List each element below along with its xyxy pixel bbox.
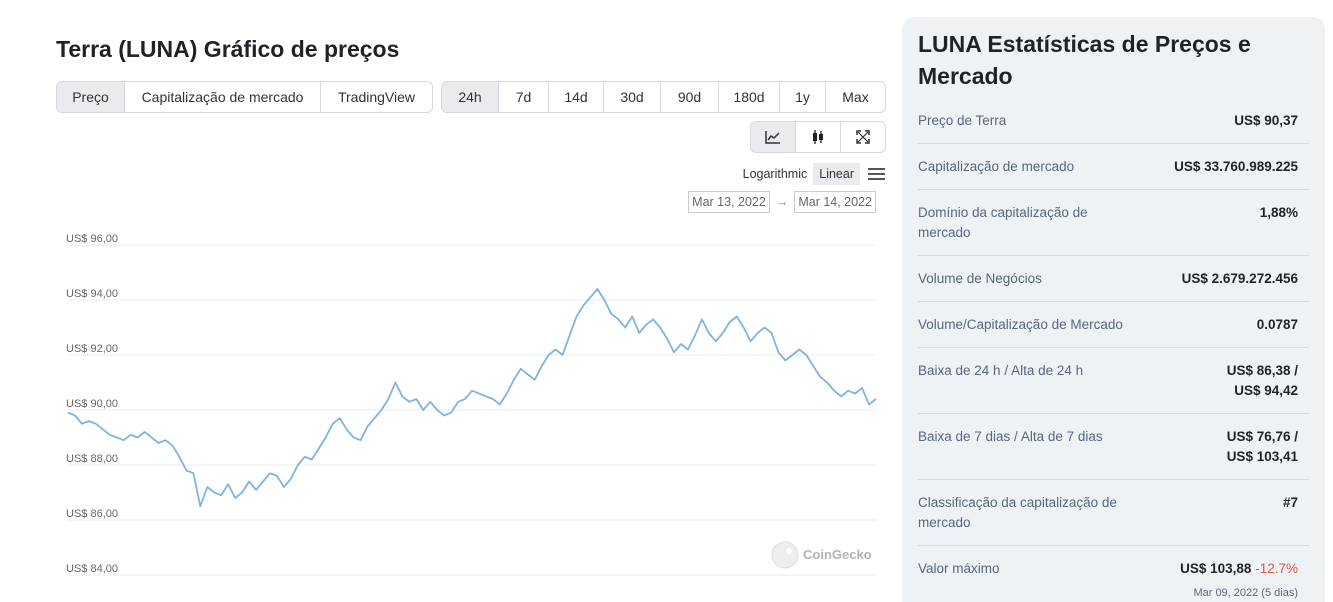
line-chart-button[interactable] (751, 122, 796, 152)
stat-value: US$ 90,37 (1234, 113, 1298, 128)
fullscreen-button[interactable] (841, 122, 885, 152)
range-7d[interactable]: 7d (499, 82, 549, 112)
stat-value: US$ 86,38 / US$ 94,42 (1227, 361, 1298, 401)
y-tick-label: US$ 88,00 (66, 453, 118, 465)
stat-value: 1,88% (1259, 205, 1298, 220)
date-arrow: → (775, 195, 789, 209)
scale-linear[interactable]: Linear (813, 163, 860, 185)
range-30d[interactable]: 30d (604, 82, 661, 112)
stat-label: Preço de Terra (918, 113, 1007, 128)
stat-row-ath: Valor máximo US$ 103,88 -12.7% Mar 09, 2… (918, 545, 1309, 602)
price-series-line (67, 288, 877, 508)
watermark-text: CoinGecko (803, 547, 872, 562)
ath-value: US$ 103,88 (1180, 561, 1252, 576)
tab-tradingview[interactable]: TradingView (321, 82, 432, 112)
stats-title: LUNA Estatísticas de Preços e Mercado (918, 31, 1251, 89)
stat-label: Baixa de 7 dias / Alta de 7 dias (918, 429, 1103, 444)
range-tabs: 24h 7d 14d 30d 90d 180d 1y Max (441, 81, 886, 113)
range-14d[interactable]: 14d (549, 82, 604, 112)
stat-label: Classificação da capitalização de mercad… (918, 495, 1117, 530)
scale-toggle: Logarithmic Linear (737, 162, 886, 186)
stat-label: Valor máximo (918, 561, 1000, 576)
coingecko-logo-icon (771, 541, 799, 569)
stat-label: Domínio da capitalização de mercado (918, 205, 1088, 240)
candlestick-button[interactable] (796, 122, 841, 152)
tab-price[interactable]: Preço (57, 82, 125, 112)
stat-row-dominance: Domínio da capitalização de mercado 1,88… (918, 189, 1309, 255)
view-tabs: Preço Capitalização de mercado TradingVi… (56, 81, 433, 113)
y-tick-label: US$ 90,00 (66, 398, 118, 410)
stat-label: Volume de Negócios (918, 271, 1042, 286)
coingecko-watermark: CoinGecko (771, 541, 872, 569)
candlestick-icon (813, 130, 823, 144)
page-title: Terra (LUNA) Gráfico de preços (56, 36, 400, 62)
stat-value: US$ 33.760.989.225 (1174, 159, 1298, 174)
y-tick-label: US$ 84,00 (66, 563, 118, 575)
price-chart-section: Terra (LUNA) Gráfico de preços Preço Cap… (56, 0, 886, 602)
stat-row-volume: Volume de Negócios US$ 2.679.272.456 (918, 255, 1309, 301)
range-180d[interactable]: 180d (719, 82, 780, 112)
stat-value: US$ 2.679.272.456 (1181, 271, 1298, 286)
stat-value-high: US$ 103,41 (1226, 449, 1298, 464)
stat-value: #7 (1282, 495, 1298, 510)
stat-value-low: US$ 76,76 / (1226, 429, 1298, 444)
y-tick-label: US$ 96,00 (66, 233, 118, 245)
stat-label: Baixa de 24 h / Alta de 24 h (918, 363, 1084, 378)
stat-value: 0.0787 (1256, 317, 1298, 332)
stats-panel: LUNA Estatísticas de Preços e Mercado Pr… (902, 17, 1325, 602)
stat-row-market-cap: Capitalização de mercado US$ 33.760.989.… (918, 143, 1309, 189)
range-max[interactable]: Max (826, 82, 885, 112)
date-to-input[interactable]: Mar 14, 2022 (794, 191, 876, 213)
stat-value-high: US$ 94,42 (1234, 383, 1298, 398)
range-90d[interactable]: 90d (661, 82, 719, 112)
scale-logarithmic[interactable]: Logarithmic (737, 163, 814, 185)
stat-label: Volume/Capitalização de Mercado (918, 317, 1123, 332)
y-tick-label: US$ 86,00 (66, 508, 118, 520)
date-range: Mar 13, 2022 → Mar 14, 2022 (688, 191, 876, 213)
chart-type-tabs (750, 121, 886, 153)
stat-value: US$ 103,88 -12.7% Mar 09, 2022 (5 dias) (1180, 559, 1298, 601)
stats-list: Preço de Terra US$ 90,37 Capitalização d… (918, 98, 1309, 602)
ath-change-badge: -12.7% (1255, 561, 1298, 576)
stat-value: US$ 76,76 / US$ 103,41 (1227, 427, 1298, 467)
stat-row-rank: Classificação da capitalização de mercad… (918, 479, 1309, 545)
fullscreen-icon (856, 130, 870, 144)
range-1y[interactable]: 1y (780, 82, 826, 112)
range-24h[interactable]: 24h (442, 82, 499, 112)
stat-label: Capitalização de mercado (918, 159, 1075, 174)
y-tick-label: US$ 92,00 (66, 343, 118, 355)
stat-value-low: US$ 86,38 / (1226, 363, 1298, 378)
price-line-chart: US$ 96,00 US$ 94,00 US$ 92,00 US$ 90,00 US$ … (66, 233, 877, 576)
stat-row-7d-range: Baixa de 7 dias / Alta de 7 dias US$ 76,… (918, 413, 1309, 479)
date-from-input[interactable]: Mar 13, 2022 (688, 191, 770, 213)
stat-row-24h-range: Baixa de 24 h / Alta de 24 h US$ 86,38 /… (918, 347, 1309, 413)
line-chart-icon (765, 131, 780, 144)
tab-market-cap[interactable]: Capitalização de mercado (125, 82, 321, 112)
hamburger-menu-icon[interactable] (868, 167, 886, 181)
y-tick-label: US$ 94,00 (66, 288, 118, 300)
stat-row-price: Preço de Terra US$ 90,37 (918, 98, 1309, 143)
ath-date: Mar 09, 2022 (5 dias) (1193, 587, 1298, 599)
stat-row-volume-cap-ratio: Volume/Capitalização de Mercado 0.0787 (918, 301, 1309, 347)
